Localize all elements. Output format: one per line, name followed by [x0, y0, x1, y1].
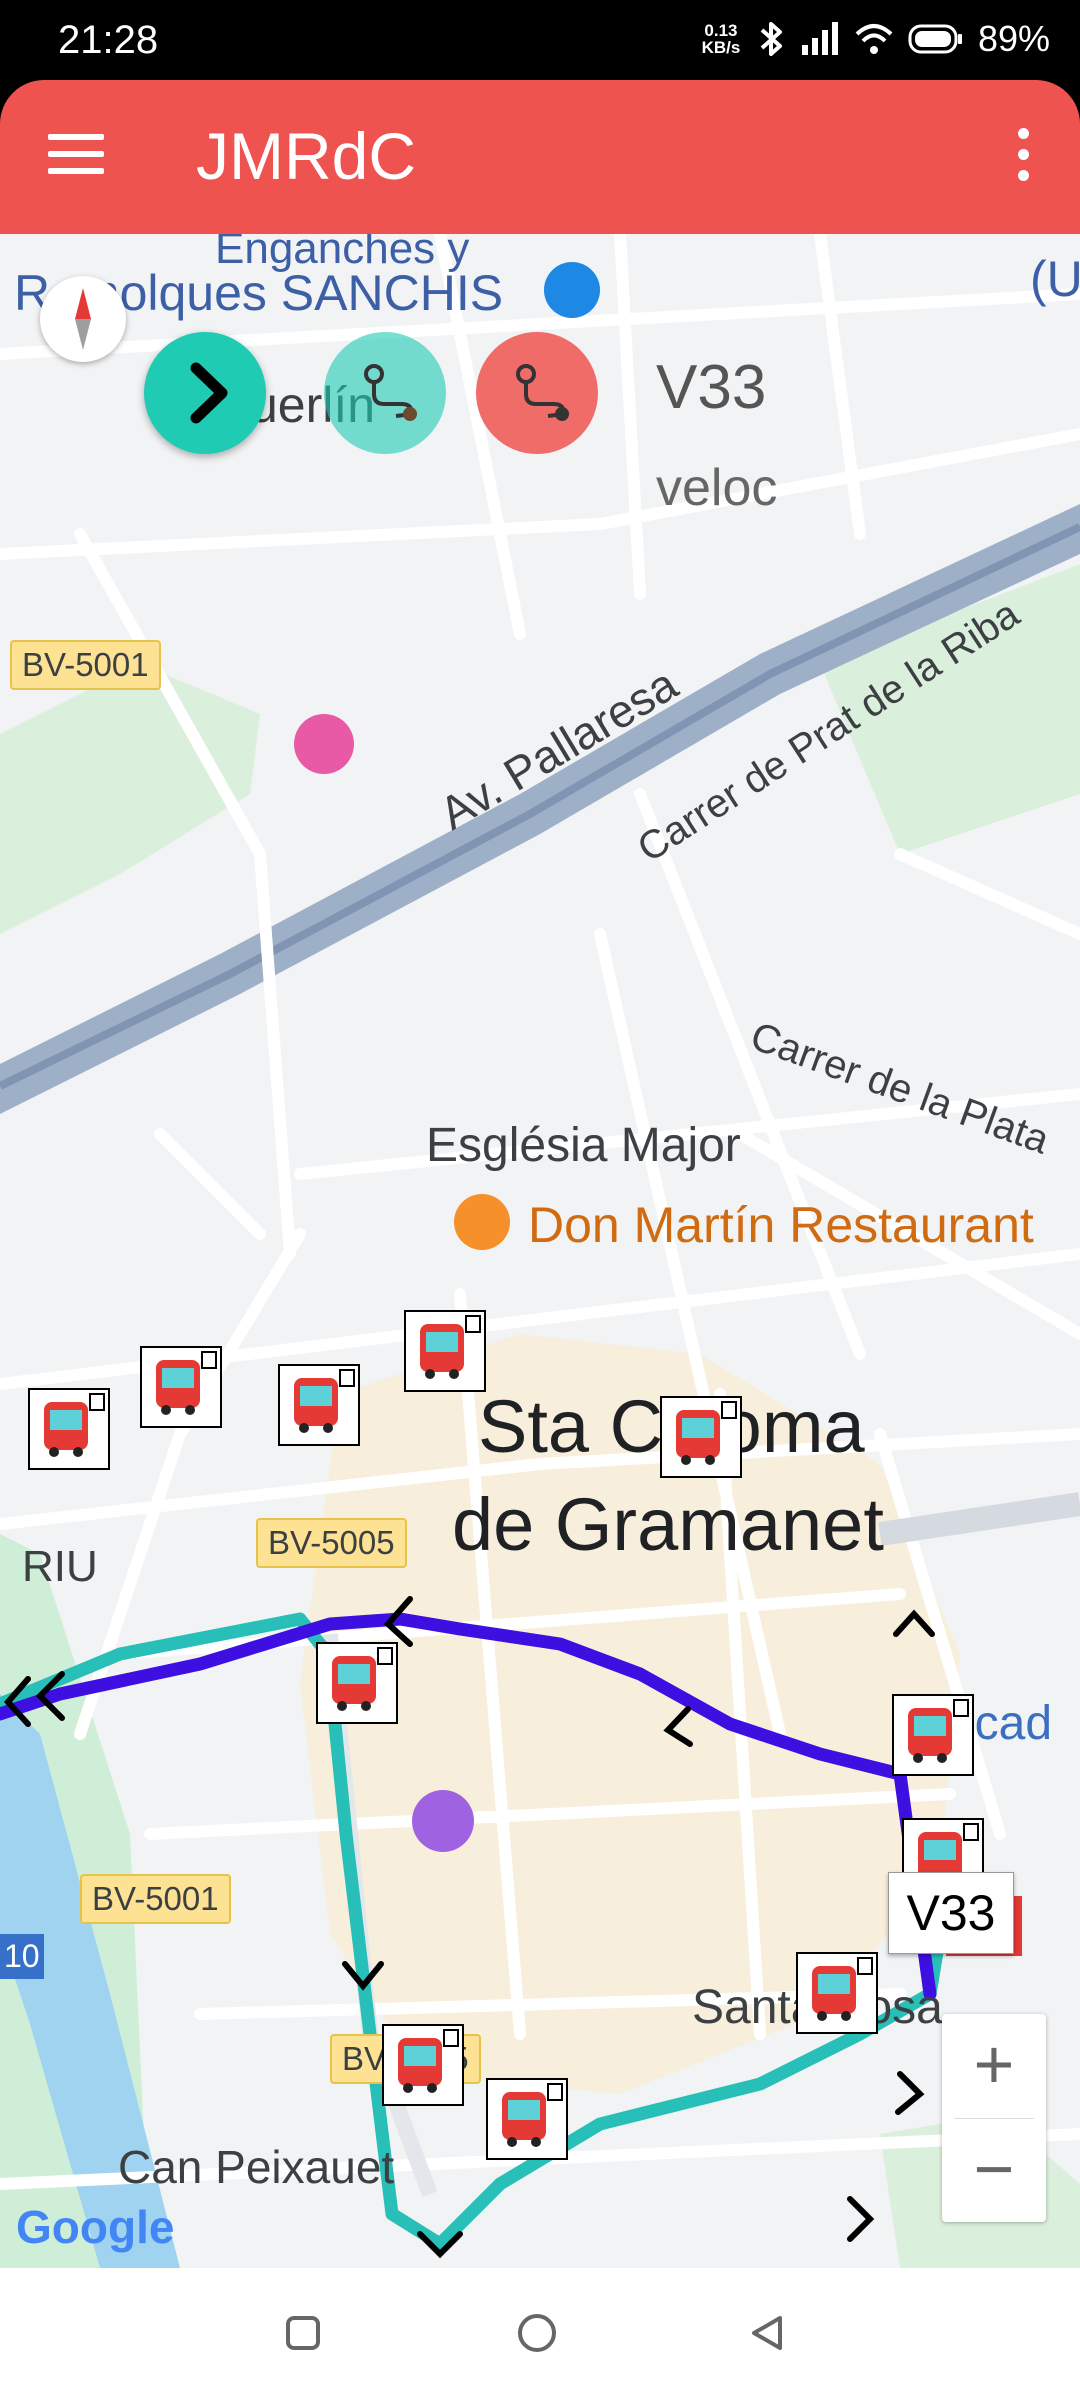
- bus-stop-icon[interactable]: [486, 2078, 568, 2160]
- net-speed: 0.13 KB/s: [698, 22, 744, 56]
- compass-icon[interactable]: [40, 276, 126, 362]
- back-triangle-icon[interactable]: [746, 2312, 788, 2354]
- more-vert-icon[interactable]: [1018, 128, 1032, 184]
- map-info-window[interactable]: V33: [888, 1872, 1014, 1954]
- battery-percent: 89%: [977, 18, 1050, 59]
- map-label-road-10: 10: [0, 1934, 44, 1979]
- route-code-label: V33: [656, 353, 767, 422]
- bus-stop-icon[interactable]: [28, 1388, 110, 1470]
- app-bar: JMRdC: [0, 80, 1080, 234]
- zoom-in-button[interactable]: +: [942, 2014, 1046, 2118]
- restaurant-icon: [454, 1194, 510, 1250]
- bus-stop-icon[interactable]: [278, 1364, 360, 1446]
- recents-square-icon[interactable]: [284, 2314, 322, 2352]
- bluetooth-icon: [760, 22, 782, 56]
- map-label-area-riu: RIU: [22, 1542, 98, 1591]
- hamburger-icon[interactable]: [48, 134, 104, 178]
- map-label-poi-restaurant: Don Martín Restaurant: [528, 1197, 1034, 1253]
- battery-icon: [908, 24, 962, 54]
- wifi-icon: [855, 24, 893, 54]
- map-label-town-line2: de Gramanet: [452, 1483, 884, 1566]
- museum-icon: [412, 1790, 474, 1852]
- home-circle-icon[interactable]: [516, 2312, 558, 2354]
- shopping-bag-icon: [544, 262, 600, 318]
- route-icon: [516, 364, 569, 421]
- google-attribution: Google: [16, 2200, 174, 2254]
- map-label-road-bv5001-top: BV-5001: [10, 640, 161, 690]
- bus-stop-icon[interactable]: [404, 1310, 486, 1392]
- route-button-2[interactable]: [476, 332, 598, 454]
- zoom-out-button[interactable]: −: [942, 2119, 1046, 2223]
- bus-stop-icon[interactable]: [892, 1694, 974, 1776]
- map-label-poi-top-right: (U: [1030, 251, 1080, 307]
- net-speed-value: 0.13: [704, 21, 738, 40]
- bus-stop-icon[interactable]: [140, 1346, 222, 1428]
- map-view[interactable]: Enganches y Remolques SANCHIS (U uerlín …: [0, 234, 1080, 2268]
- next-button[interactable]: [144, 332, 266, 454]
- net-speed-unit: KB/s: [701, 38, 741, 57]
- route-button-1[interactable]: [324, 332, 446, 454]
- route-icon: [364, 364, 417, 421]
- google-attribution-text: Google: [16, 2201, 175, 2253]
- signal-icon: [801, 22, 838, 55]
- map-label-road-bv5005-mid: BV-5005: [256, 1518, 407, 1568]
- speed-label: veloc: [656, 459, 778, 517]
- bus-stop-icon[interactable]: [660, 1396, 742, 1478]
- navigation-bar: [0, 2268, 1080, 2400]
- chevron-right-icon: [190, 362, 228, 424]
- map-label-poi-esglesia: Església Major: [426, 1119, 741, 1172]
- hotel-icon: [294, 714, 354, 774]
- bus-stop-icon[interactable]: [796, 1952, 878, 2034]
- map-label-road-bv5001-bottom: BV-5001: [80, 1874, 231, 1924]
- map-label-poi-can-peixauet: Can Peixauet: [118, 2141, 395, 2193]
- zoom-controls: + −: [942, 2014, 1046, 2222]
- status-icons: 0.13 KB/s 89%: [698, 18, 1050, 60]
- bus-stop-icon[interactable]: [382, 2024, 464, 2106]
- status-bar: 21:28 0.13 KB/s 89%: [0, 0, 1080, 80]
- status-time: 21:28: [58, 18, 159, 62]
- bus-stop-icon[interactable]: [316, 1642, 398, 1724]
- app-title: JMRdC: [196, 119, 417, 193]
